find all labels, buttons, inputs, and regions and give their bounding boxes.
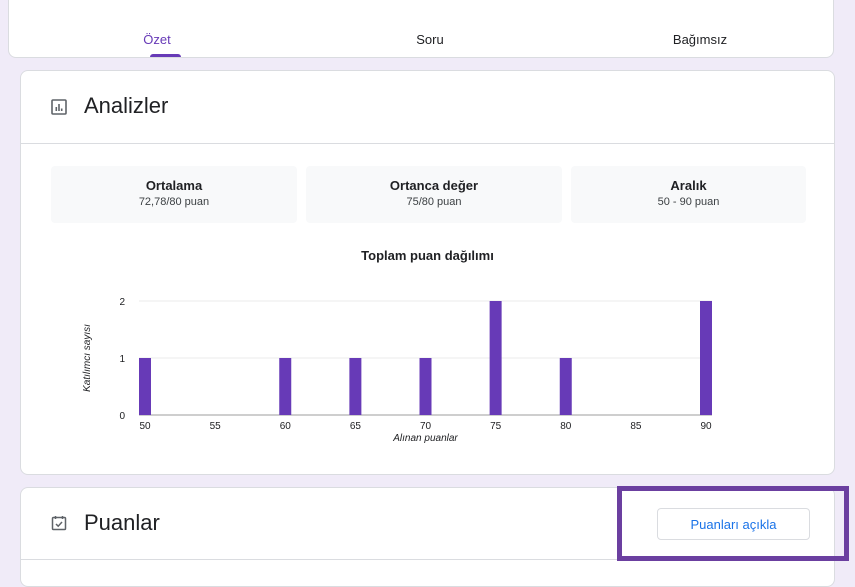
bar (349, 358, 362, 415)
stat-range-label: Aralık (670, 178, 707, 193)
tab-individual[interactable]: Bağımsız (673, 32, 727, 47)
bar (489, 301, 502, 415)
tabs-card: Özet Soru Bağımsız (8, 0, 834, 58)
active-tab-indicator (150, 54, 181, 57)
bar (419, 358, 432, 415)
scores-title: Puanlar (84, 510, 160, 535)
stat-range: Aralık 50 - 90 puan (571, 166, 806, 223)
release-scores-button[interactable]: Puanları açıkla (657, 508, 810, 540)
x-tick-label: 55 (210, 421, 222, 432)
stat-average-label: Ortalama (145, 178, 203, 193)
y-tick-label: 0 (119, 411, 125, 422)
bar (139, 358, 151, 415)
x-tick-label: 65 (350, 421, 362, 432)
checkbox-calendar-icon (51, 516, 67, 531)
x-axis-label: Alınan puanlar (392, 433, 458, 444)
x-tick-label: 75 (490, 421, 502, 432)
bar (559, 358, 572, 415)
left-margin (0, 0, 8, 568)
tab-question[interactable]: Soru (416, 32, 443, 47)
x-tick-label: 60 (280, 421, 292, 432)
x-tick-label: 70 (420, 421, 432, 432)
stat-median-label: Ortanca değer (389, 178, 479, 193)
stat-median-value: 75/80 puan (406, 196, 462, 208)
scores-card: Puanlar Puanları açıkla (20, 487, 835, 587)
bar (700, 301, 712, 415)
scores-header: Puanlar Puanları açıkla (21, 488, 834, 560)
chart-title: Toplam puan dağılımı (361, 248, 494, 263)
stat-average-value: 72,78/80 puan (138, 196, 210, 208)
score-distribution-chart: 0 1 2 50 55 60 65 70 75 80 85 90 Alınan puanlar Katıl… (82, 297, 712, 444)
analytics-card: Analizler Ortalama 72,78/80 puan Ortanca… (20, 70, 835, 475)
tab-summary[interactable]: Özet (143, 32, 170, 47)
x-tick-label: 50 (139, 421, 151, 432)
stat-average: Ortalama 72,78/80 puan (51, 166, 297, 223)
x-tick-label: 90 (700, 421, 712, 432)
y-tick-label: 1 (119, 354, 125, 365)
analytics-title: Analizler (84, 93, 169, 118)
analytics-header: Analizler (21, 71, 834, 144)
stat-range-value: 50 - 90 puan (657, 196, 720, 208)
stat-median: Ortanca değer 75/80 puan (306, 166, 562, 223)
x-tick-label: 80 (560, 421, 572, 432)
bar (279, 358, 292, 415)
bar-chart-icon (51, 99, 67, 115)
y-tick-label: 2 (119, 297, 125, 308)
y-axis-label: Katılımcı sayısı (82, 324, 93, 392)
x-tick-label: 85 (630, 421, 642, 432)
